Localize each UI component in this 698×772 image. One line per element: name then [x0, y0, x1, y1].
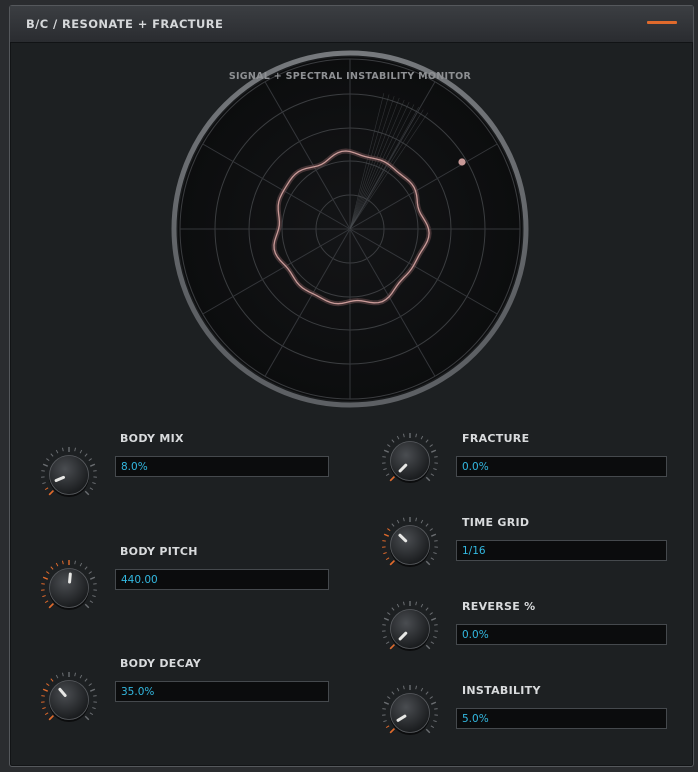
knob-graphic[interactable] [40, 446, 98, 504]
body-decay-knob[interactable] [40, 671, 98, 733]
time-grid-value-field[interactable]: 1/16 [456, 540, 667, 561]
window-title: B/C / RESONATE + FRACTURE [26, 17, 224, 31]
fracture-value-field[interactable]: 0.0% [456, 456, 667, 477]
body-mix-label: BODY MIX [120, 432, 184, 445]
title-bar: B/C / RESONATE + FRACTURE [10, 6, 693, 43]
fracture-label: FRACTURE [462, 432, 530, 445]
reverse-value-field[interactable]: 0.0% [456, 624, 667, 645]
instability-monitor: SIGNAL + SPECTRAL INSTABILITY MONITOR [171, 48, 529, 410]
knob-graphic[interactable] [40, 559, 98, 617]
knob-graphic[interactable] [40, 671, 98, 729]
body-pitch-value-field[interactable]: 440.00 [115, 569, 329, 590]
reverse-label: REVERSE % [462, 600, 536, 613]
body-decay-label: BODY DECAY [120, 657, 202, 670]
reverse-knob[interactable] [381, 600, 439, 662]
time-grid-label: TIME GRID [462, 516, 530, 529]
body-mix-value-field[interactable]: 8.0% [115, 456, 329, 477]
instability-marker [458, 158, 466, 166]
knob-graphic[interactable] [381, 684, 439, 742]
instability-value-field[interactable]: 5.0% [456, 708, 667, 729]
knob-graphic[interactable] [381, 432, 439, 490]
body-pitch-label: BODY PITCH [120, 545, 198, 558]
instability-label: INSTABILITY [462, 684, 541, 697]
hamburger-menu-icon[interactable] [647, 21, 677, 24]
instability-knob[interactable] [381, 684, 439, 746]
knob-graphic[interactable] [381, 600, 439, 658]
body-mix-knob[interactable] [40, 446, 98, 508]
monitor-display [171, 50, 529, 408]
fracture-knob[interactable] [381, 432, 439, 494]
monitor-title: SIGNAL + SPECTRAL INSTABILITY MONITOR [228, 71, 472, 82]
knob-graphic[interactable] [381, 516, 439, 574]
time-grid-knob[interactable] [381, 516, 439, 578]
body-decay-value-field[interactable]: 35.0% [115, 681, 329, 702]
body-pitch-knob[interactable] [40, 559, 98, 621]
